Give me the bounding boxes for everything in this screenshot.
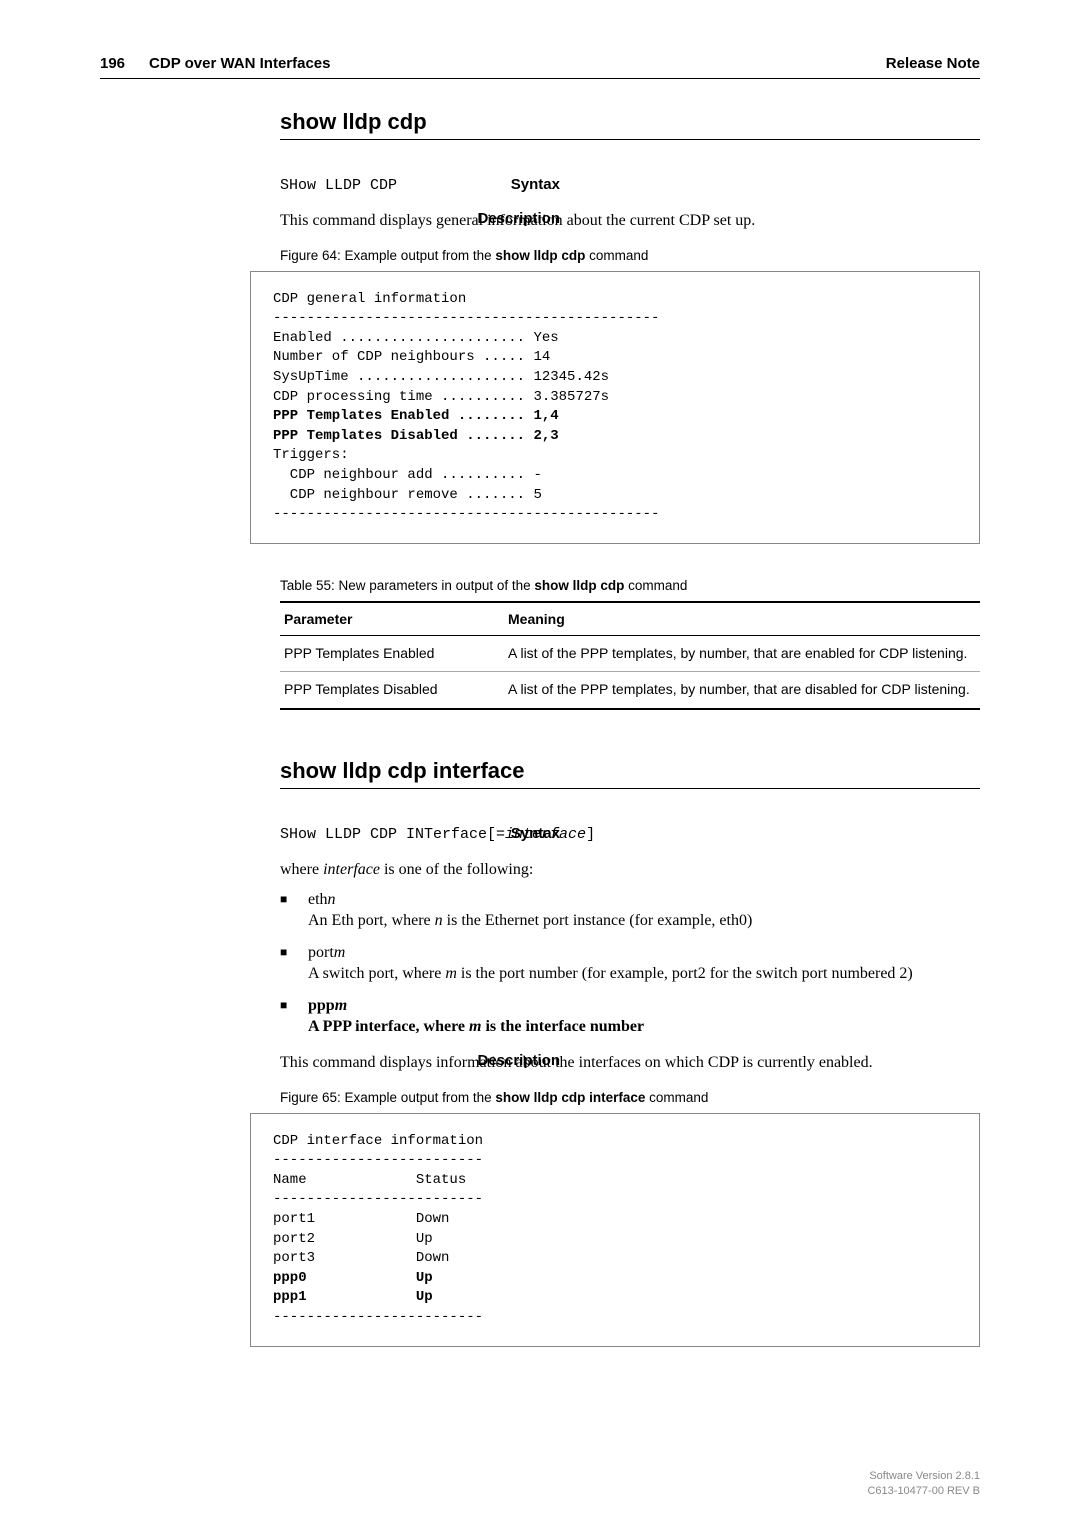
page-number: 196 (100, 55, 125, 72)
figure-65-output: CDP interface information --------------… (250, 1113, 980, 1347)
interface-list: ethn An Eth port, where n is the Etherne… (280, 889, 980, 1039)
label-syntax: Syntax (380, 825, 560, 842)
section-rule (280, 788, 980, 789)
figure-65-caption: Figure 65: Example output from the show … (280, 1090, 980, 1105)
chapter-title: CDP over WAN Interfaces (149, 55, 330, 72)
th-parameter: Parameter (280, 602, 504, 636)
page-footer: Software Version 2.8.1 C613-10477-00 REV… (867, 1469, 980, 1498)
table-55-caption: Table 55: New parameters in output of th… (280, 578, 980, 593)
table-55: Parameter Meaning PPP Templates Enabled … (280, 601, 980, 710)
table-row: PPP Templates Enabled A list of the PPP … (280, 635, 980, 672)
list-item: ethn An Eth port, where n is the Etherne… (280, 889, 980, 932)
table-row: PPP Templates Disabled A list of the PPP… (280, 672, 980, 709)
section-title-show-lldp-cdp: show lldp cdp (280, 109, 980, 135)
label-description: Description (380, 210, 560, 227)
description-text-2: This command displays information about … (280, 1054, 873, 1071)
label-syntax: Syntax (380, 176, 560, 193)
list-item: pppm A PPP interface, where m is the int… (280, 995, 980, 1038)
page-header: 196 CDP over WAN Interfaces Release Note (100, 55, 980, 79)
figure-64-output: CDP general information ----------------… (250, 271, 980, 544)
section-rule (280, 139, 980, 140)
where-clause: where interface is one of the following: (280, 859, 980, 881)
header-right: Release Note (886, 55, 980, 72)
figure-64-caption: Figure 64: Example output from the show … (280, 248, 980, 263)
list-item: portm A switch port, where m is the port… (280, 942, 980, 985)
th-meaning: Meaning (504, 602, 980, 636)
label-description: Description (380, 1052, 560, 1069)
section-title-show-lldp-cdp-interface: show lldp cdp interface (280, 758, 980, 784)
